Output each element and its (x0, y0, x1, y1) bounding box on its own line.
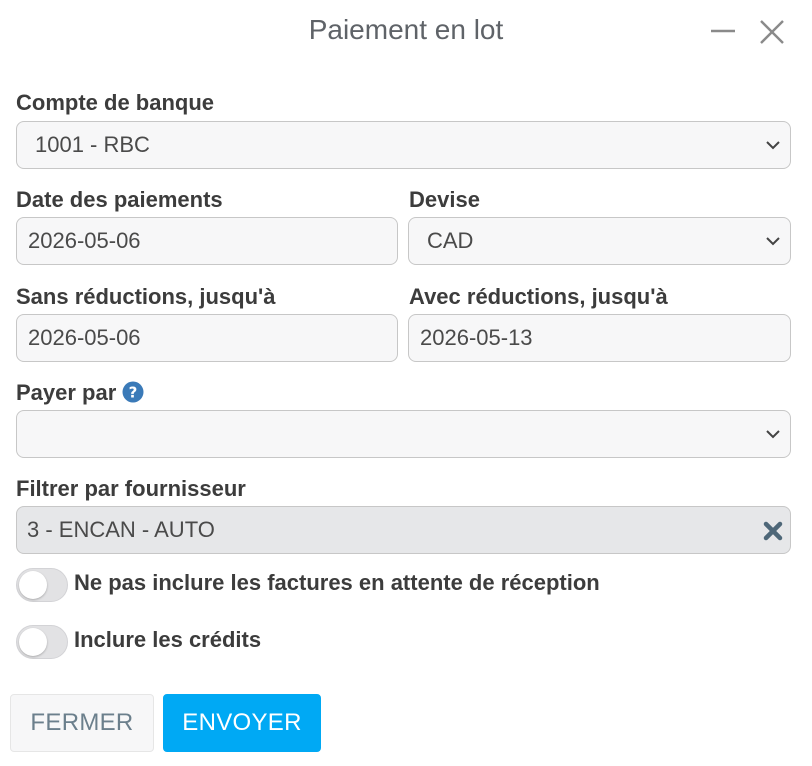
clear-icon[interactable] (762, 520, 784, 542)
send-button[interactable]: ENVOYER (163, 694, 321, 752)
with-discounts-value: 2026-05-13 (420, 325, 533, 350)
chevron-down-icon (766, 430, 780, 439)
include-credits-label: Inclure les crédits (74, 627, 262, 652)
chevron-down-icon (766, 141, 780, 150)
exclude-pending-toggle[interactable] (16, 568, 68, 602)
bank-account-label: Compte de banque (16, 90, 215, 115)
payment-date-value: 2026-05-06 (28, 228, 141, 253)
pay-by-select[interactable] (16, 410, 791, 458)
dialog-title: Paiement en lot (308, 14, 504, 45)
close-icon[interactable] (756, 18, 786, 48)
vendor-filter-select[interactable]: 3 - ENCAN - AUTO (16, 506, 791, 554)
currency-value: CAD (427, 228, 474, 253)
include-credits-toggle[interactable] (16, 625, 68, 659)
exclude-pending-row: Ne pas inclure les factures en attente d… (16, 568, 716, 604)
pay-by-label-row: Payer par? (16, 380, 144, 406)
currency-select[interactable]: CAD (408, 217, 791, 265)
with-discounts-input[interactable]: 2026-05-13 (408, 314, 791, 362)
payment-date-label: Date des paiements (16, 187, 223, 212)
currency-label: Devise (409, 187, 480, 212)
minimize-icon[interactable] (708, 18, 738, 48)
bank-account-select[interactable]: 1001 - RBC (16, 121, 791, 169)
include-credits-row: Inclure les crédits (16, 625, 416, 661)
vendor-filter-label: Filtrer par fournisseur (16, 476, 246, 501)
toggle-knob (19, 571, 47, 599)
chevron-down-icon (766, 237, 780, 246)
pay-by-label: Payer par (16, 380, 117, 405)
without-discounts-label: Sans réductions, jusqu'à (16, 284, 276, 309)
close-button[interactable]: FERMER (10, 694, 154, 752)
exclude-pending-label: Ne pas inclure les factures en attente d… (74, 570, 600, 595)
svg-text:?: ? (129, 384, 138, 402)
without-discounts-input[interactable]: 2026-05-06 (16, 314, 398, 362)
with-discounts-label: Avec réductions, jusqu'à (409, 284, 668, 309)
vendor-filter-value: 3 - ENCAN - AUTO (27, 517, 215, 542)
without-discounts-value: 2026-05-06 (28, 325, 141, 350)
toggle-knob (19, 628, 47, 656)
payment-date-input[interactable]: 2026-05-06 (16, 217, 398, 265)
help-icon[interactable]: ? (122, 381, 144, 403)
bank-account-value: 1001 - RBC (35, 132, 150, 157)
